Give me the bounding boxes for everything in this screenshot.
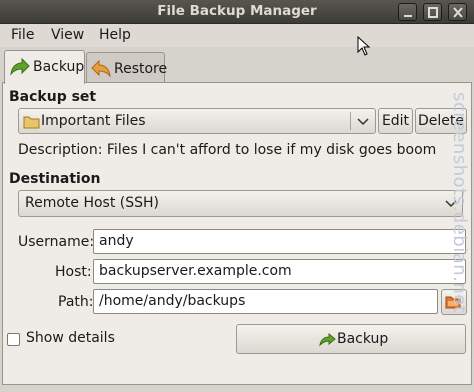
title-bar: File Backup Manager — [0, 0, 474, 24]
maximize-button[interactable] — [423, 3, 442, 21]
minimize-button[interactable] — [398, 3, 417, 21]
destination-combo[interactable]: Remote Host (SSH) — [18, 190, 463, 217]
path-field[interactable]: /home/andy/backups — [93, 289, 438, 314]
backup-arrow-icon — [319, 333, 336, 347]
host-label: Host: — [55, 264, 92, 280]
backup-set-value: Important Files — [41, 113, 146, 129]
backup-arrow-icon — [10, 57, 30, 76]
backup-button[interactable]: Backup — [236, 324, 466, 354]
chevron-down-icon — [357, 118, 369, 126]
edit-button-label: Edit — [381, 113, 410, 129]
backup-set-combo[interactable]: Important Files — [18, 108, 376, 134]
tab-restore-label: Restore — [114, 61, 168, 77]
minimize-icon — [404, 15, 412, 17]
backup-set-description: Description: Files I can't afford to los… — [18, 142, 437, 158]
menu-file[interactable]: File — [11, 27, 34, 43]
maximize-icon — [428, 7, 438, 18]
path-label: Path: — [58, 294, 94, 310]
folder-icon — [23, 116, 40, 129]
show-details-label[interactable]: Show details — [26, 330, 115, 346]
close-icon — [453, 7, 463, 18]
watermark: screenshots.debian.net — [448, 92, 472, 392]
mouse-pointer-icon — [357, 36, 371, 56]
watermark-text: screenshots.debian.net — [449, 92, 470, 314]
restore-arrow-icon — [91, 59, 111, 78]
edit-button[interactable]: Edit — [378, 108, 413, 134]
tab-backup[interactable]: Backup — [4, 50, 85, 84]
destination-heading: Destination — [9, 171, 101, 187]
menu-bar: File View Help — [0, 24, 474, 47]
show-details-checkbox[interactable] — [7, 333, 20, 346]
backup-set-heading: Backup set — [9, 89, 97, 105]
tab-restore[interactable]: Restore — [86, 52, 168, 84]
menu-help[interactable]: Help — [99, 27, 131, 43]
username-label: Username: — [18, 234, 95, 250]
destination-value: Remote Host (SSH) — [25, 195, 160, 211]
backup-button-label: Backup — [337, 331, 389, 347]
username-field[interactable]: andy — [93, 229, 466, 254]
tab-backup-label: Backup — [33, 59, 85, 75]
combo-separator — [350, 112, 351, 130]
host-field[interactable]: backupserver.example.com — [93, 259, 466, 284]
close-button[interactable] — [448, 3, 467, 21]
menu-view[interactable]: View — [51, 27, 84, 43]
